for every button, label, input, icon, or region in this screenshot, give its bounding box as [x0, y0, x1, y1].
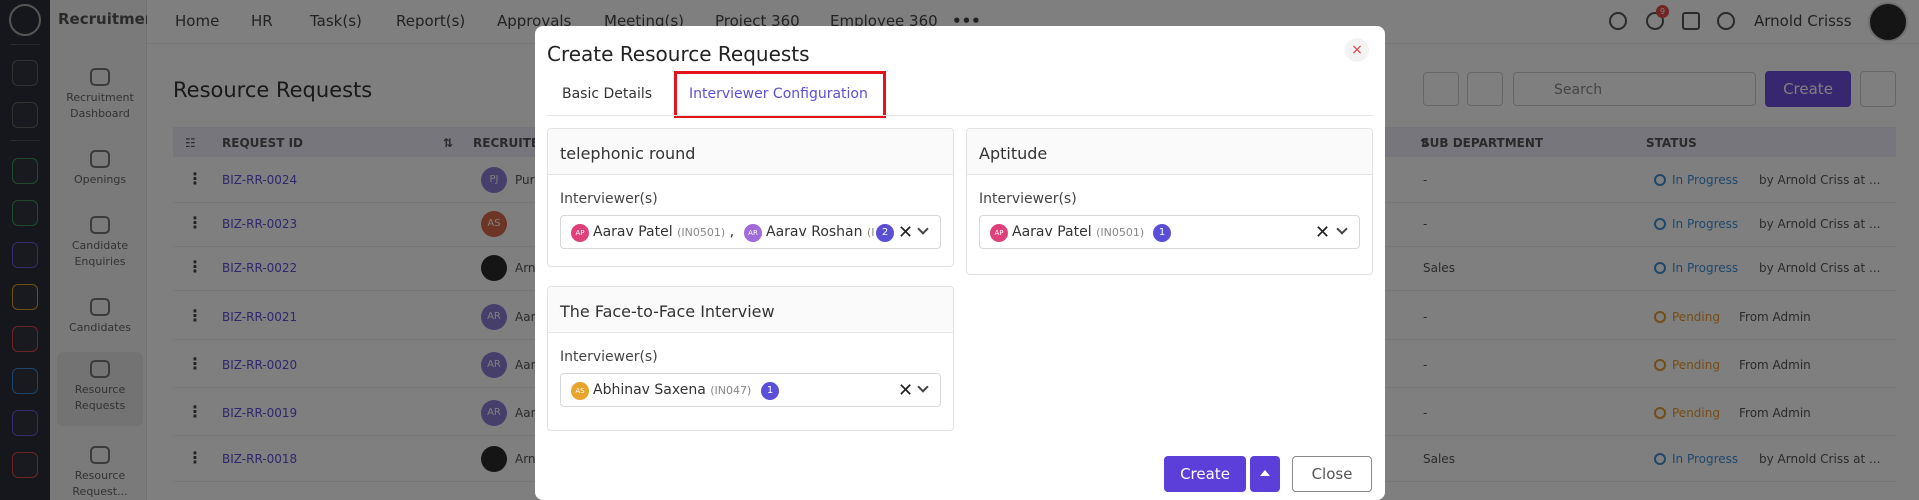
- chevron-down-icon[interactable]: [1336, 223, 1348, 235]
- chevron-down-icon[interactable]: [917, 223, 929, 235]
- round-name: Aptitude: [967, 129, 1372, 175]
- avatar: AR: [744, 224, 762, 242]
- avatar: AP: [571, 224, 589, 242]
- round-name: telephonic round: [548, 129, 953, 175]
- count-badge: 1: [1153, 224, 1171, 242]
- round-card-telephonic: telephonic round Interviewer(s) AP Aarav …: [547, 128, 954, 267]
- interviewers-label: Interviewer(s): [979, 191, 1077, 207]
- clear-icon[interactable]: ✕: [1315, 222, 1330, 243]
- interviewers-select[interactable]: AS Abhinav Saxena (IN047) 1 ✕: [560, 373, 941, 407]
- create-options-caret-icon[interactable]: [1250, 456, 1280, 492]
- interviewers-label: Interviewer(s): [560, 349, 658, 365]
- avatar: AS: [571, 382, 589, 400]
- round-name: The Face-to-Face Interview: [548, 287, 953, 333]
- interviewer-chip[interactable]: AP Aarav Patel (IN0501): [990, 224, 1144, 242]
- tab-basic-details[interactable]: Basic Details: [562, 86, 652, 102]
- clear-icon[interactable]: ✕: [898, 222, 913, 243]
- tab-highlight-box: [674, 71, 886, 118]
- clear-icon[interactable]: ✕: [898, 380, 913, 401]
- interviewer-chip[interactable]: AP Aarav Patel (IN0501) ,: [571, 224, 734, 242]
- count-badge: 2: [876, 224, 894, 242]
- tab-divider: [547, 115, 1373, 116]
- app-root: Recruitment Recruitment Dashboard Openin…: [0, 0, 1919, 500]
- round-card-aptitude: Aptitude Interviewer(s) AP Aarav Patel (I…: [966, 128, 1373, 275]
- create-resource-request-modal: Create Resource Requests × Basic Details…: [535, 26, 1385, 500]
- interviewers-select[interactable]: AP Aarav Patel (IN0501) , AR Aarav Roshan …: [560, 215, 941, 249]
- close-icon[interactable]: ×: [1345, 38, 1369, 62]
- interviewers-select[interactable]: AP Aarav Patel (IN0501) 1 ✕: [979, 215, 1360, 249]
- avatar: AP: [990, 224, 1008, 242]
- interviewer-chip[interactable]: AS Abhinav Saxena (IN047): [571, 382, 751, 400]
- interviewer-chip[interactable]: AR Aarav Roshan (I: [744, 224, 875, 242]
- round-card-face-to-face: The Face-to-Face Interview Interviewer(s…: [547, 286, 954, 431]
- count-badge: 1: [761, 382, 779, 400]
- modal-title: Create Resource Requests: [547, 42, 810, 66]
- create-button[interactable]: Create: [1164, 456, 1246, 492]
- chevron-down-icon[interactable]: [917, 381, 929, 393]
- interviewers-label: Interviewer(s): [560, 191, 658, 207]
- close-button[interactable]: Close: [1292, 456, 1372, 492]
